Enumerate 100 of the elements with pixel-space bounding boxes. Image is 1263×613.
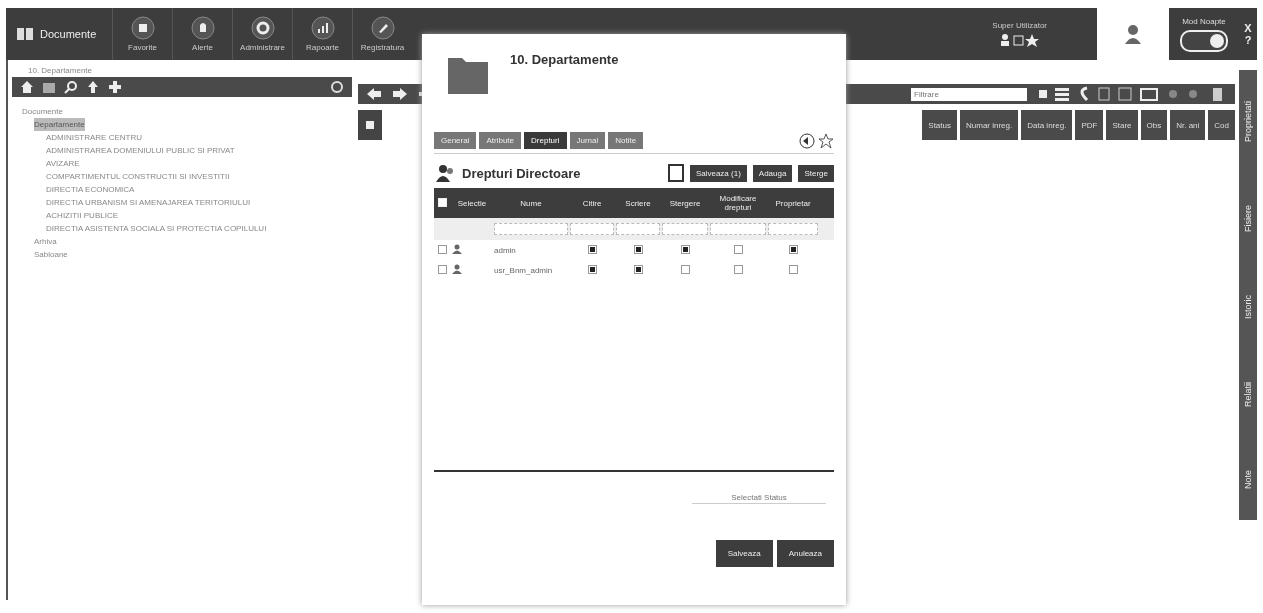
square-icon — [366, 121, 374, 129]
permission-checkbox[interactable] — [680, 264, 690, 274]
side-tab[interactable]: Note — [1243, 469, 1253, 489]
tree-item[interactable]: ADMINISTRAREA DOMENIULUI PUBLIC SI PRIVAT — [46, 144, 235, 157]
user-icons[interactable] — [999, 33, 1040, 47]
tree-item[interactable]: Sabloane — [34, 248, 68, 261]
star-icon[interactable] — [818, 132, 834, 149]
column-header[interactable]: Selectie — [452, 198, 492, 208]
nav-button[interactable]: Alerte — [172, 8, 232, 60]
filter-field[interactable] — [768, 223, 818, 235]
right-arrow-icon[interactable] — [392, 87, 408, 101]
tab[interactable]: Jurnal — [569, 132, 606, 149]
book-icon — [16, 26, 34, 42]
tab[interactable]: General — [434, 132, 477, 149]
select-all-checkbox[interactable] — [438, 197, 447, 207]
row-checkbox[interactable] — [438, 264, 447, 274]
column-header[interactable]: Cod — [1208, 110, 1235, 140]
pen-icon — [370, 16, 395, 40]
tree-item[interactable]: Arhiva — [34, 235, 57, 248]
column-header[interactable]: Stare — [1106, 110, 1138, 140]
column-header[interactable]: Citire — [570, 198, 614, 208]
permission-checkbox[interactable] — [587, 264, 597, 274]
permission-checkbox[interactable] — [633, 264, 643, 274]
tab[interactable]: Notite — [608, 132, 644, 149]
tree-item[interactable]: AVIZARE — [46, 157, 80, 170]
up-arrow-icon[interactable] — [86, 80, 100, 94]
column-header[interactable]: Nr. ani — [1170, 110, 1206, 140]
toggle-switch[interactable] — [1180, 29, 1228, 52]
column-header[interactable]: Data inreg. — [1021, 110, 1073, 140]
tab[interactable]: Drepturi — [524, 132, 567, 149]
close-button[interactable]: X — [1239, 22, 1257, 34]
view-button[interactable] — [358, 110, 382, 140]
row-checkbox[interactable] — [438, 244, 447, 254]
plus-icon[interactable] — [108, 80, 122, 94]
user-icon — [452, 244, 462, 254]
tree-item[interactable]: ACHIZITII PUBLICE — [46, 209, 118, 222]
tree-item[interactable]: Departamente — [34, 118, 85, 131]
left-arrow-icon[interactable] — [366, 87, 382, 101]
dialog-button[interactable]: Anuleaza — [776, 540, 834, 567]
settings-icon — [250, 16, 275, 40]
status-field[interactable]: Selectati Status — [692, 492, 826, 504]
dialog-title: 10. Departamente — [510, 52, 619, 67]
permission-checkbox[interactable] — [733, 264, 743, 274]
dialog-button[interactable]: Salveaza — [715, 540, 773, 567]
filter-field[interactable] — [616, 223, 660, 235]
filter-field[interactable] — [710, 223, 766, 235]
permission-checkbox[interactable] — [633, 244, 643, 254]
filter-field[interactable] — [494, 223, 568, 235]
permission-checkbox[interactable] — [788, 244, 798, 254]
tree-item[interactable]: DIRECTIA ASISTENTA SOCIALA SI PROTECTIA COPILULUI — [46, 222, 267, 235]
column-header[interactable]: Obs — [1140, 110, 1168, 140]
app-title: Documente — [40, 28, 97, 40]
refresh-icon[interactable] — [330, 80, 344, 94]
tree-item[interactable]: DIRECTIA URBANISM SI AMENAJAREA TERITORIULUI — [46, 196, 251, 209]
table-cell-text: usr_Bnm_admin — [494, 265, 554, 275]
action-button[interactable]: Adauga — [752, 164, 793, 182]
side-tab[interactable]: Relatii — [1243, 381, 1253, 407]
bell-icon — [190, 16, 215, 40]
tree-item[interactable]: Documente — [22, 105, 63, 118]
column-header[interactable]: Proprietar — [768, 198, 818, 208]
side-tab[interactable]: Proprietati — [1243, 101, 1253, 143]
column-header[interactable]: Numar inreg. — [960, 110, 1019, 140]
column-header[interactable]: Status — [922, 110, 957, 140]
column-header[interactable]: Nume — [494, 198, 568, 208]
nav-button[interactable]: Registratura — [352, 8, 412, 60]
back-icon[interactable] — [799, 132, 815, 149]
nav-button[interactable]: Administrare — [232, 8, 292, 60]
permission-checkbox[interactable] — [680, 244, 690, 254]
permission-checkbox[interactable] — [587, 244, 597, 254]
home-icon[interactable] — [20, 80, 34, 94]
user-icon — [452, 264, 462, 274]
nav-button[interactable]: Rapoarte — [292, 8, 352, 60]
nav-button[interactable]: Favorite — [112, 8, 172, 60]
column-header[interactable]: Modificare drepturi — [710, 194, 766, 212]
tab[interactable]: Atribute — [479, 132, 522, 149]
avatar-icon[interactable] — [1124, 23, 1142, 45]
filter-field[interactable] — [662, 223, 708, 235]
search-icon[interactable] — [64, 80, 78, 94]
switch-label: Mod Noapte — [1182, 16, 1226, 26]
column-header[interactable]: PDF — [1075, 110, 1104, 140]
tree-item[interactable]: ADMINISTRARE CENTRU — [46, 131, 142, 144]
circle-icon — [130, 16, 155, 40]
side-tab[interactable]: Fisiere — [1243, 205, 1253, 233]
side-tab[interactable]: Istoric — [1243, 295, 1253, 319]
breadcrumb[interactable]: 10. Departamente — [12, 64, 352, 77]
section-title: Drepturi Directoare — [462, 165, 581, 181]
users-icon — [436, 164, 456, 182]
table-cell-text: admin — [494, 245, 517, 255]
help-button[interactable]: ? — [1239, 34, 1257, 46]
action-button[interactable]: Salveaza (1) — [689, 164, 747, 182]
tree-item[interactable]: DIRECTIA ECONOMICA — [46, 183, 135, 196]
permission-checkbox[interactable] — [733, 244, 743, 254]
action-button[interactable]: Sterge — [798, 164, 834, 182]
column-header[interactable]: Stergere — [662, 198, 708, 208]
tree-item[interactable]: COMPARTIMENTUL CONSTRUCTII SI INVESTITII — [46, 170, 230, 183]
filter-field[interactable] — [570, 223, 614, 235]
chart-icon — [310, 16, 335, 40]
permission-checkbox[interactable] — [788, 264, 798, 274]
filter-field[interactable]: Filtrare — [911, 87, 1027, 101]
column-header[interactable]: Scriere — [616, 198, 660, 208]
